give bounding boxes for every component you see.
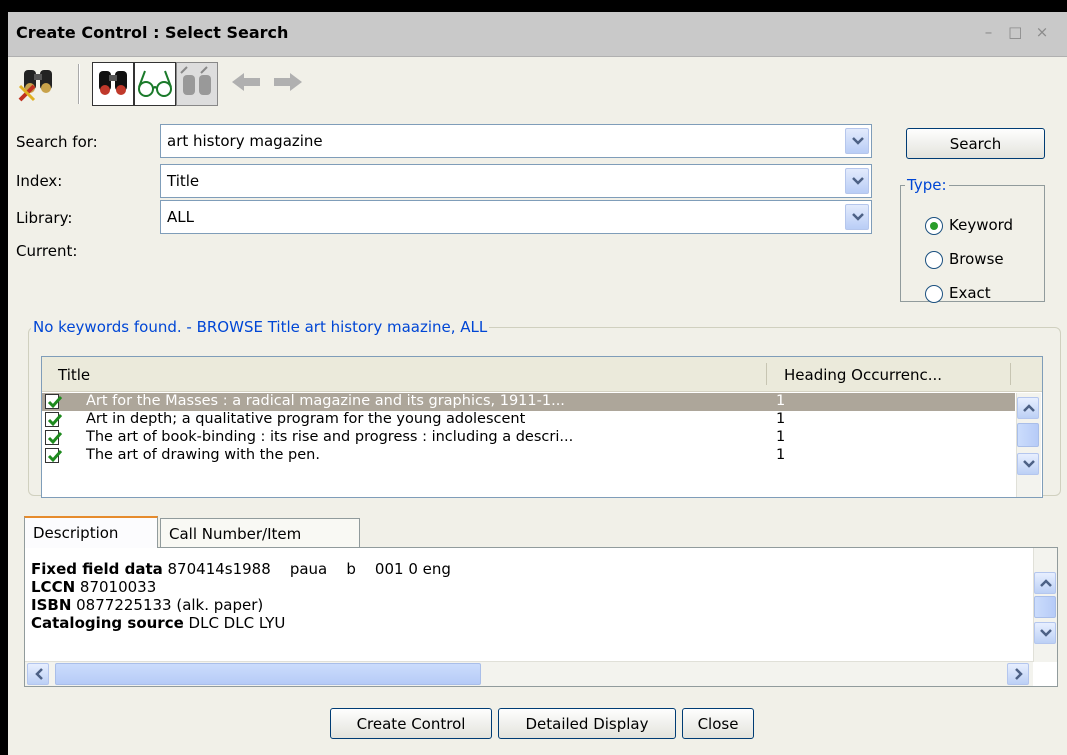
table-row[interactable]: The art of book-binding : its rise and p… — [42, 429, 1015, 447]
description-line: Fixed field data 870414s1988 paua b 001 … — [31, 560, 451, 578]
record-check-icon — [45, 448, 63, 463]
scroll-left-icon[interactable] — [27, 663, 49, 685]
index-select[interactable]: Title — [160, 164, 872, 198]
table-row[interactable]: Art in depth; a qualitative program for … — [42, 411, 1015, 429]
row-title: The art of drawing with the pen. — [86, 447, 320, 463]
results-scrollbar[interactable] — [1016, 393, 1041, 497]
table-row[interactable]: Art for the Masses : a radical magazine … — [42, 393, 1015, 411]
search-value: art history magazine — [167, 132, 323, 150]
field-value: 870414s1988 paua b 001 0 eng — [162, 560, 451, 578]
back-arrow-icon[interactable] — [226, 62, 266, 104]
results-legend: No keywords found. - BROWSE Title art hi… — [33, 318, 488, 336]
record-check-icon — [45, 394, 63, 409]
row-title: The art of book-binding : its rise and p… — [86, 429, 574, 445]
glasses-icon[interactable] — [134, 62, 176, 106]
scroll-down-icon[interactable] — [1034, 622, 1056, 644]
chevron-down-icon[interactable] — [845, 128, 869, 154]
radio-browse[interactable]: Browse — [925, 250, 1004, 269]
search-button[interactable]: Search — [906, 128, 1045, 159]
field-value: DLC DLC LYU — [183, 614, 286, 632]
row-count: 1 — [776, 393, 786, 409]
grid-header: Title Heading Occurrenc... — [42, 357, 1042, 392]
scroll-up-icon[interactable] — [1034, 572, 1056, 594]
library-select[interactable]: ALL — [160, 200, 872, 234]
forward-arrow-icon[interactable] — [268, 62, 308, 104]
scroll-up-icon[interactable] — [1017, 397, 1039, 419]
close-button[interactable]: Close — [682, 708, 754, 739]
column-divider[interactable] — [1010, 363, 1011, 385]
radio-unselected-icon — [925, 284, 943, 303]
description-line: ISBN 0877225133 (alk. paper) — [31, 596, 263, 614]
toolbar-separator — [78, 64, 80, 104]
row-title: Art in depth; a qualitative program for … — [86, 411, 526, 427]
chevron-down-icon[interactable] — [845, 168, 869, 194]
table-row[interactable]: The art of drawing with the pen. 1 — [42, 447, 1015, 465]
binoculars-remove-icon[interactable] — [14, 62, 60, 104]
minimize-icon[interactable]: – — [977, 23, 999, 41]
description-vscrollbar[interactable] — [1033, 548, 1057, 662]
row-count: 1 — [776, 411, 786, 427]
scroll-thumb[interactable] — [1017, 423, 1039, 447]
toolbar — [10, 56, 410, 114]
chevron-down-icon[interactable] — [845, 204, 869, 230]
results-group: No keywords found. - BROWSE Title art hi… — [28, 318, 1061, 498]
row-title: Art for the Masses : a radical magazine … — [86, 393, 565, 409]
field-value: 0877225133 (alk. paper) — [71, 596, 264, 614]
field-label: ISBN — [31, 596, 72, 614]
field-label: Cataloging source — [31, 614, 184, 632]
record-check-icon — [45, 412, 63, 427]
field-label: Fixed field data — [31, 560, 163, 578]
row-count: 1 — [776, 447, 786, 463]
type-legend: Type: — [907, 176, 947, 194]
binoculars-icon[interactable] — [92, 62, 134, 106]
radio-keyword-label: Keyword — [949, 216, 1014, 234]
index-value: Title — [167, 172, 200, 190]
window-title: Create Control : Select Search — [16, 23, 289, 42]
field-value: 87010033 — [75, 578, 157, 596]
record-check-icon — [45, 430, 63, 445]
results-grid: Title Heading Occurrenc... Art for the M… — [41, 356, 1043, 498]
action-bar: Create Control Detailed Display Close — [8, 692, 1067, 755]
column-divider[interactable] — [766, 363, 767, 385]
radio-exact[interactable]: Exact — [925, 284, 991, 303]
current-label: Current: — [16, 242, 78, 260]
scroll-thumb[interactable] — [1034, 596, 1056, 618]
field-label: LCCN — [31, 578, 76, 596]
create-control-button[interactable]: Create Control — [330, 708, 492, 739]
radio-selected-icon — [925, 216, 943, 235]
description-panel: Fixed field data 870414s1988 paua b 001 … — [24, 547, 1058, 687]
scroll-down-icon[interactable] — [1017, 453, 1039, 475]
scroll-right-icon[interactable] — [1007, 663, 1029, 685]
title-bar: Create Control : Select Search – □ × — [8, 12, 1067, 57]
maximize-icon[interactable]: □ — [1004, 23, 1026, 41]
create-control-window: Create Control : Select Search – □ × Sea… — [8, 12, 1067, 755]
detailed-display-button[interactable]: Detailed Display — [498, 708, 676, 739]
search-for-label: Search for: — [16, 133, 98, 151]
tab-description[interactable]: Description — [24, 516, 158, 548]
window-controls: – □ × — [977, 23, 1053, 41]
type-group: Type: Keyword Browse Exact — [900, 176, 1045, 303]
glasses-disabled-icon[interactable] — [176, 62, 218, 106]
description-line: Cataloging source DLC DLC LYU — [31, 614, 285, 632]
row-count: 1 — [776, 429, 786, 445]
radio-unselected-icon — [925, 250, 943, 269]
index-label: Index: — [16, 172, 63, 190]
library-label: Library: — [16, 209, 73, 227]
library-value: ALL — [167, 208, 194, 226]
description-line: LCCN 87010033 — [31, 578, 156, 596]
close-window-icon[interactable]: × — [1031, 23, 1053, 41]
radio-exact-label: Exact — [949, 284, 991, 302]
tab-call-number-item[interactable]: Call Number/Item — [160, 518, 360, 548]
column-header-title[interactable]: Title — [58, 366, 90, 384]
radio-keyword[interactable]: Keyword — [925, 216, 1013, 235]
column-header-occurrences[interactable]: Heading Occurrenc... — [784, 366, 942, 384]
radio-browse-label: Browse — [949, 250, 1004, 268]
scroll-thumb[interactable] — [55, 663, 481, 685]
search-input[interactable]: art history magazine — [160, 124, 872, 158]
description-hscrollbar[interactable] — [25, 661, 1033, 686]
